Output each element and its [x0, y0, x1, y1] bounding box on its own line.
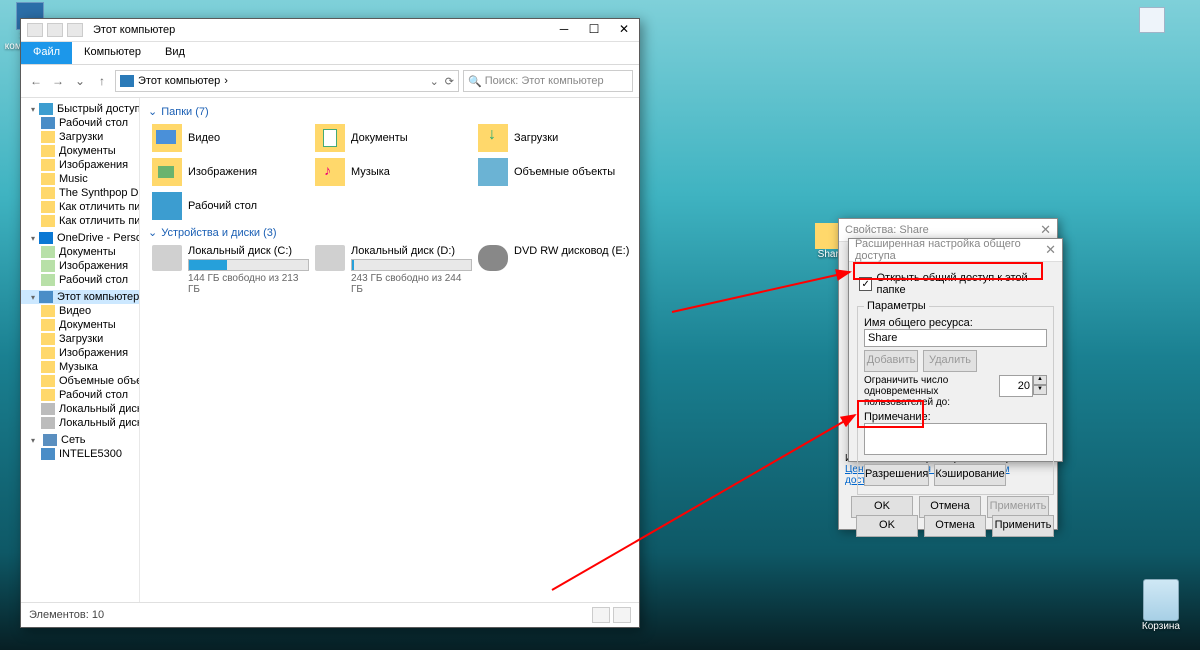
- limit-label: Ограничить число одновременных пользоват…: [864, 375, 994, 408]
- content-pane[interactable]: ⌄Папки (7) Видео Документы Загрузки Изоб…: [140, 98, 639, 602]
- section-drives[interactable]: ⌄Устройства и диски (3): [148, 223, 639, 242]
- search-input[interactable]: 🔍 Поиск: Этот компьютер: [463, 70, 633, 92]
- minimize-button[interactable]: ─: [549, 19, 579, 41]
- dialog-title[interactable]: Расширенная настройка общего доступа✕: [849, 239, 1062, 262]
- nav-pane[interactable]: ▾Быстрый доступ Рабочий стол Загрузки До…: [21, 98, 140, 602]
- folder-downloads[interactable]: Загрузки: [474, 121, 637, 155]
- nav-item[interactable]: Как отличить пира: [21, 200, 139, 214]
- folder-pictures[interactable]: Изображения: [148, 155, 311, 189]
- share-name-label: Имя общего ресурса:: [864, 317, 1047, 329]
- quick-access-toolbar[interactable]: [21, 23, 89, 37]
- folder-documents[interactable]: Документы: [311, 121, 474, 155]
- nav-item[interactable]: Локальный диск (D:): [21, 416, 139, 430]
- nav-network[interactable]: ▾Сеть: [21, 433, 139, 447]
- refresh-icon[interactable]: ⟳: [445, 75, 454, 88]
- nav-item[interactable]: Музыка: [21, 360, 139, 374]
- nav-item[interactable]: Изображения: [21, 158, 139, 172]
- nav-item[interactable]: Изображения: [21, 346, 139, 360]
- maximize-button[interactable]: ☐: [579, 19, 609, 41]
- forward-button[interactable]: →: [49, 72, 67, 90]
- close-icon[interactable]: ✕: [1040, 222, 1051, 238]
- nav-quick-access[interactable]: ▾Быстрый доступ: [21, 102, 139, 116]
- apply-button[interactable]: Применить: [992, 515, 1054, 537]
- nav-item[interactable]: Загрузки: [21, 130, 139, 144]
- close-button[interactable]: ✕: [609, 19, 639, 41]
- nav-item[interactable]: Music: [21, 172, 139, 186]
- view-large-icon[interactable]: [613, 607, 631, 623]
- nav-item[interactable]: Рабочий стол: [21, 116, 139, 130]
- nav-item[interactable]: INTELE5300: [21, 447, 139, 461]
- folder-3d[interactable]: Объемные объекты: [474, 155, 637, 189]
- up-button[interactable]: ↑: [93, 72, 111, 90]
- view-details-icon[interactable]: [592, 607, 610, 623]
- status-bar: Элементов: 10: [21, 602, 639, 627]
- cancel-button[interactable]: Отмена: [924, 515, 986, 537]
- share-checkbox[interactable]: ✓: [859, 277, 872, 291]
- nav-item[interactable]: The Synthpop Disco: [21, 186, 139, 200]
- share-checkbox-row[interactable]: ✓ Открыть общий доступ к этой папке: [857, 270, 1054, 298]
- nav-item[interactable]: Документы: [21, 245, 139, 259]
- breadcrumb[interactable]: Этот компьютер: [138, 75, 220, 87]
- ribbon-tabs: Файл Компьютер Вид: [21, 42, 639, 65]
- settings-group: Параметры Имя общего ресурса: Добавить У…: [857, 300, 1054, 495]
- nav-item[interactable]: Рабочий стол: [21, 273, 139, 287]
- tab-file[interactable]: Файл: [21, 42, 72, 64]
- share-name-input[interactable]: [864, 329, 1047, 347]
- spin-up-icon[interactable]: ▲: [1033, 375, 1047, 385]
- section-folders[interactable]: ⌄Папки (7): [148, 102, 639, 121]
- explorer-window: Этот компьютер ─ ☐ ✕ Файл Компьютер Вид …: [20, 18, 640, 628]
- nav-item[interactable]: Видео: [21, 304, 139, 318]
- dropdown-icon[interactable]: ⌄: [430, 75, 439, 88]
- spin-down-icon[interactable]: ▼: [1033, 385, 1047, 395]
- recent-button[interactable]: ⌄: [71, 72, 89, 90]
- window-title: Этот компьютер: [89, 24, 549, 36]
- drive-dvd[interactable]: DVD RW дисковод (E:): [474, 242, 637, 298]
- back-button[interactable]: ←: [27, 72, 45, 90]
- titlebar[interactable]: Этот компьютер ─ ☐ ✕: [21, 19, 639, 42]
- folder-videos[interactable]: Видео: [148, 121, 311, 155]
- nav-item[interactable]: Загрузки: [21, 332, 139, 346]
- note-label: Примечание:: [864, 411, 1047, 423]
- search-icon: 🔍: [468, 75, 482, 88]
- folder-music[interactable]: Музыка: [311, 155, 474, 189]
- tab-computer[interactable]: Компьютер: [72, 42, 153, 64]
- nav-this-pc[interactable]: ▾Этот компьютер: [21, 290, 139, 304]
- limit-spinner[interactable]: ▲▼: [999, 375, 1047, 397]
- address-bar[interactable]: Этот компьютер › ⌄ ⟳: [115, 70, 459, 92]
- folder-desktop[interactable]: Рабочий стол: [148, 189, 311, 223]
- advanced-sharing-dialog: Расширенная настройка общего доступа✕ ✓ …: [848, 238, 1063, 462]
- desktop-gadget[interactable]: [1139, 7, 1165, 33]
- note-textarea[interactable]: [864, 423, 1047, 455]
- drive-d[interactable]: Локальный диск (D:)243 ГБ свободно из 24…: [311, 242, 474, 298]
- ok-button[interactable]: OK: [856, 515, 918, 537]
- breadcrumb-arrow[interactable]: ›: [224, 75, 228, 87]
- nav-item[interactable]: Изображения: [21, 259, 139, 273]
- permissions-button[interactable]: Разрешения: [864, 464, 929, 486]
- nav-item[interactable]: Локальный диск (C:): [21, 402, 139, 416]
- close-icon[interactable]: ✕: [1045, 242, 1056, 258]
- recycle-bin[interactable]: Корзина: [1142, 579, 1180, 632]
- nav-item[interactable]: Как отличить пира: [21, 214, 139, 228]
- nav-item[interactable]: Документы: [21, 318, 139, 332]
- remove-button[interactable]: Удалить: [923, 350, 977, 372]
- tab-view[interactable]: Вид: [153, 42, 197, 64]
- nav-item[interactable]: Объемные объекты: [21, 374, 139, 388]
- drive-c[interactable]: Локальный диск (C:)144 ГБ свободно из 21…: [148, 242, 311, 298]
- navigation-bar: ← → ⌄ ↑ Этот компьютер › ⌄ ⟳ 🔍 Поиск: Эт…: [21, 65, 639, 98]
- nav-item[interactable]: Рабочий стол: [21, 388, 139, 402]
- pc-icon: [120, 75, 134, 87]
- nav-onedrive[interactable]: ▾OneDrive - Personal: [21, 231, 139, 245]
- caching-button[interactable]: Кэширование: [934, 464, 1005, 486]
- nav-item[interactable]: Документы: [21, 144, 139, 158]
- add-button[interactable]: Добавить: [864, 350, 918, 372]
